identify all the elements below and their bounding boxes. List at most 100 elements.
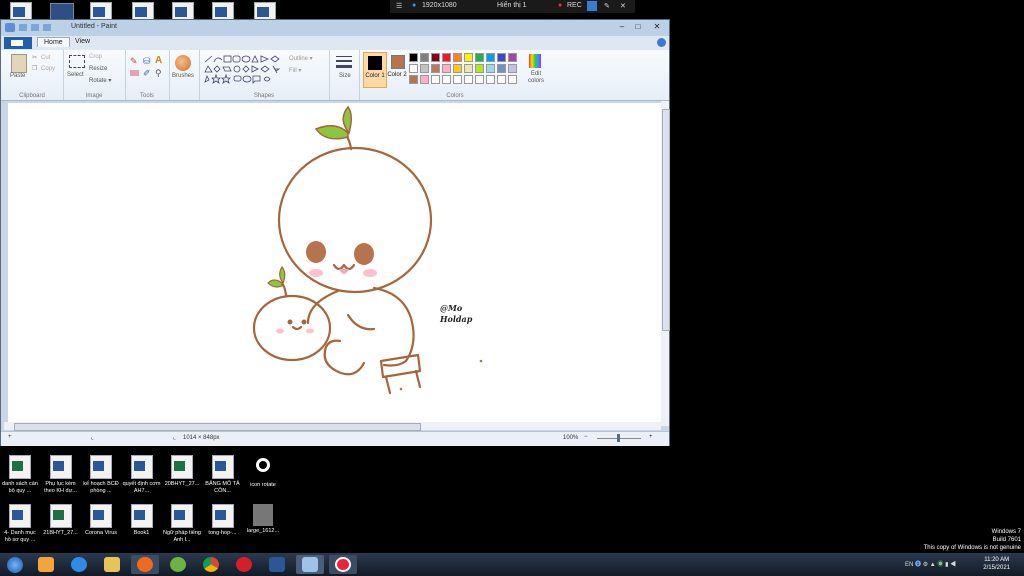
palette-swatch[interactable] — [409, 75, 418, 84]
palette-swatch[interactable] — [464, 75, 473, 84]
close-recorder-icon[interactable]: ✕ — [620, 2, 626, 10]
palette-swatch[interactable] — [453, 64, 462, 73]
taskbar-paint[interactable] — [296, 555, 324, 574]
color-picker-icon[interactable]: ✐ — [143, 68, 151, 79]
vertical-scrollbar[interactable] — [661, 101, 670, 426]
tab-home[interactable]: Home — [37, 37, 70, 47]
desktop-icon[interactable]: kế hoạch BCĐ phòng ... — [82, 455, 120, 495]
desktop-icon[interactable]: large_1612... — [244, 504, 282, 535]
maximize-button[interactable]: □ — [629, 21, 647, 32]
horizontal-scroll-thumb[interactable] — [14, 423, 421, 431]
palette-swatch[interactable] — [442, 75, 451, 84]
menu-icon[interactable]: ☰ — [396, 2, 402, 10]
size-icon[interactable] — [336, 56, 352, 70]
select-icon[interactable] — [69, 55, 85, 68]
volume-icon[interactable]: ◀ — [950, 562, 956, 568]
resize-button[interactable]: Resize — [89, 66, 107, 72]
copy-button[interactable]: Copy — [41, 66, 55, 72]
taskbar-recorder[interactable] — [329, 555, 357, 574]
desktop-icon[interactable]: quyết định cơm AH7... — [123, 455, 161, 495]
desktop-icon[interactable]: Ngữ pháp tiếng Anh l... — [163, 504, 201, 544]
palette-swatch[interactable] — [453, 53, 462, 62]
help-tray-icon[interactable]: ⓿ — [915, 562, 921, 568]
close-button[interactable]: ✕ — [647, 21, 667, 32]
brushes-icon[interactable] — [175, 55, 191, 71]
palette-swatch[interactable] — [486, 64, 495, 73]
palette-swatch[interactable] — [442, 53, 451, 62]
eraser-icon[interactable] — [130, 70, 139, 76]
desktop-icon[interactable]: 20BHYT_27... — [163, 455, 201, 488]
palette-swatch[interactable] — [409, 53, 418, 62]
desktop-icon[interactable]: 21BHYT_27... — [42, 504, 80, 537]
palette-swatch[interactable] — [497, 53, 506, 62]
palette-swatch[interactable] — [431, 53, 440, 62]
tab-view[interactable]: View — [75, 38, 90, 45]
pencil-icon[interactable]: ✎ — [130, 56, 138, 67]
outline-dropdown[interactable]: Outline ▾ — [289, 55, 313, 62]
drawing-canvas[interactable]: @Mo Holdap — [8, 103, 661, 423]
pen-icon[interactable]: ✎ — [604, 2, 610, 10]
taskbar-app[interactable] — [164, 555, 192, 574]
zoom-slider[interactable] — [597, 434, 641, 442]
palette-swatch[interactable] — [475, 75, 484, 84]
copy-icon[interactable]: ❐ — [32, 65, 37, 72]
desktop-icon[interactable]: tong-hop-... — [204, 504, 242, 537]
crop-button[interactable]: Crop — [89, 54, 102, 60]
tray-icon[interactable]: ⚙ — [923, 562, 928, 568]
help-icon[interactable] — [657, 38, 666, 47]
palette-swatch[interactable] — [431, 75, 440, 84]
palette-swatch[interactable] — [475, 64, 484, 73]
quick-access-icons[interactable] — [19, 24, 59, 31]
mic-icon[interactable]: ● — [412, 2, 416, 9]
stop-icon[interactable] — [587, 1, 597, 11]
palette-swatch[interactable] — [486, 75, 495, 84]
text-icon[interactable]: A — [155, 55, 162, 66]
file-menu-button[interactable] — [4, 37, 32, 49]
color2-button[interactable]: Color 2 — [387, 52, 407, 86]
taskbar-internet-explorer[interactable] — [65, 555, 93, 574]
palette-swatch[interactable] — [508, 75, 517, 84]
brushes-button[interactable]: Brushes — [172, 73, 194, 79]
cut-button[interactable]: Cut — [41, 55, 50, 61]
desktop-icon[interactable]: Phụ lục kèm theo KH dự... — [42, 455, 80, 495]
palette-swatch[interactable] — [475, 53, 484, 62]
rec-label[interactable]: REC — [567, 2, 582, 9]
zoom-slider-thumb[interactable] — [617, 434, 620, 442]
network-tray-icon[interactable]: ◉ — [937, 562, 943, 568]
paint-app-icon[interactable] — [5, 23, 15, 32]
taskbar-word[interactable] — [263, 555, 291, 574]
palette-swatch[interactable] — [409, 64, 418, 73]
horizontal-scrollbar[interactable] — [4, 422, 661, 431]
palette-swatch[interactable] — [464, 53, 473, 62]
taskbar-explorer[interactable] — [98, 555, 126, 574]
desktop-icon[interactable]: BẢNG MÔ TẢ CÔN... — [204, 455, 242, 495]
taskbar-opera[interactable] — [230, 555, 258, 574]
desktop-icon[interactable]: 4- Danh mục hồ sơ quy ... — [1, 504, 39, 544]
vertical-scroll-thumb[interactable] — [662, 109, 670, 331]
desktop-icon[interactable]: danh sách cán bộ quy ... — [1, 455, 39, 495]
select-button[interactable]: Select — [67, 72, 84, 78]
palette-swatch[interactable] — [420, 75, 429, 84]
language-indicator[interactable]: EN — [905, 562, 913, 568]
paste-button[interactable]: Paste — [10, 73, 25, 79]
signal-icon[interactable]: ▮ — [945, 562, 948, 568]
palette-swatch[interactable] — [508, 64, 517, 73]
fill-dropdown[interactable]: Fill ▾ — [289, 67, 301, 74]
palette-swatch[interactable] — [442, 64, 451, 73]
palette-swatch[interactable] — [464, 64, 473, 73]
edit-colors-icon[interactable] — [529, 54, 541, 68]
scissors-icon[interactable]: ✂ — [32, 54, 37, 61]
desktop-icon[interactable]: Book1 — [123, 504, 161, 537]
edit-colors-button[interactable]: Edit colors — [525, 71, 547, 85]
size-button[interactable]: Size — [339, 73, 351, 79]
taskbar-firefox[interactable] — [131, 555, 159, 574]
taskbar-chrome[interactable] — [197, 555, 225, 574]
desktop-icon[interactable]: Corona Virus — [82, 504, 120, 537]
desktop-icon[interactable]: icon rotate — [244, 455, 282, 489]
shapes-gallery[interactable] — [203, 54, 285, 84]
zoom-in-button[interactable]: + — [649, 434, 653, 440]
magnifier-icon[interactable]: ⚲ — [155, 68, 162, 79]
clock[interactable]: 11:20 AM 2/15/2021 — [983, 556, 1010, 572]
start-button[interactable] — [2, 555, 28, 574]
paste-icon[interactable] — [11, 54, 27, 73]
